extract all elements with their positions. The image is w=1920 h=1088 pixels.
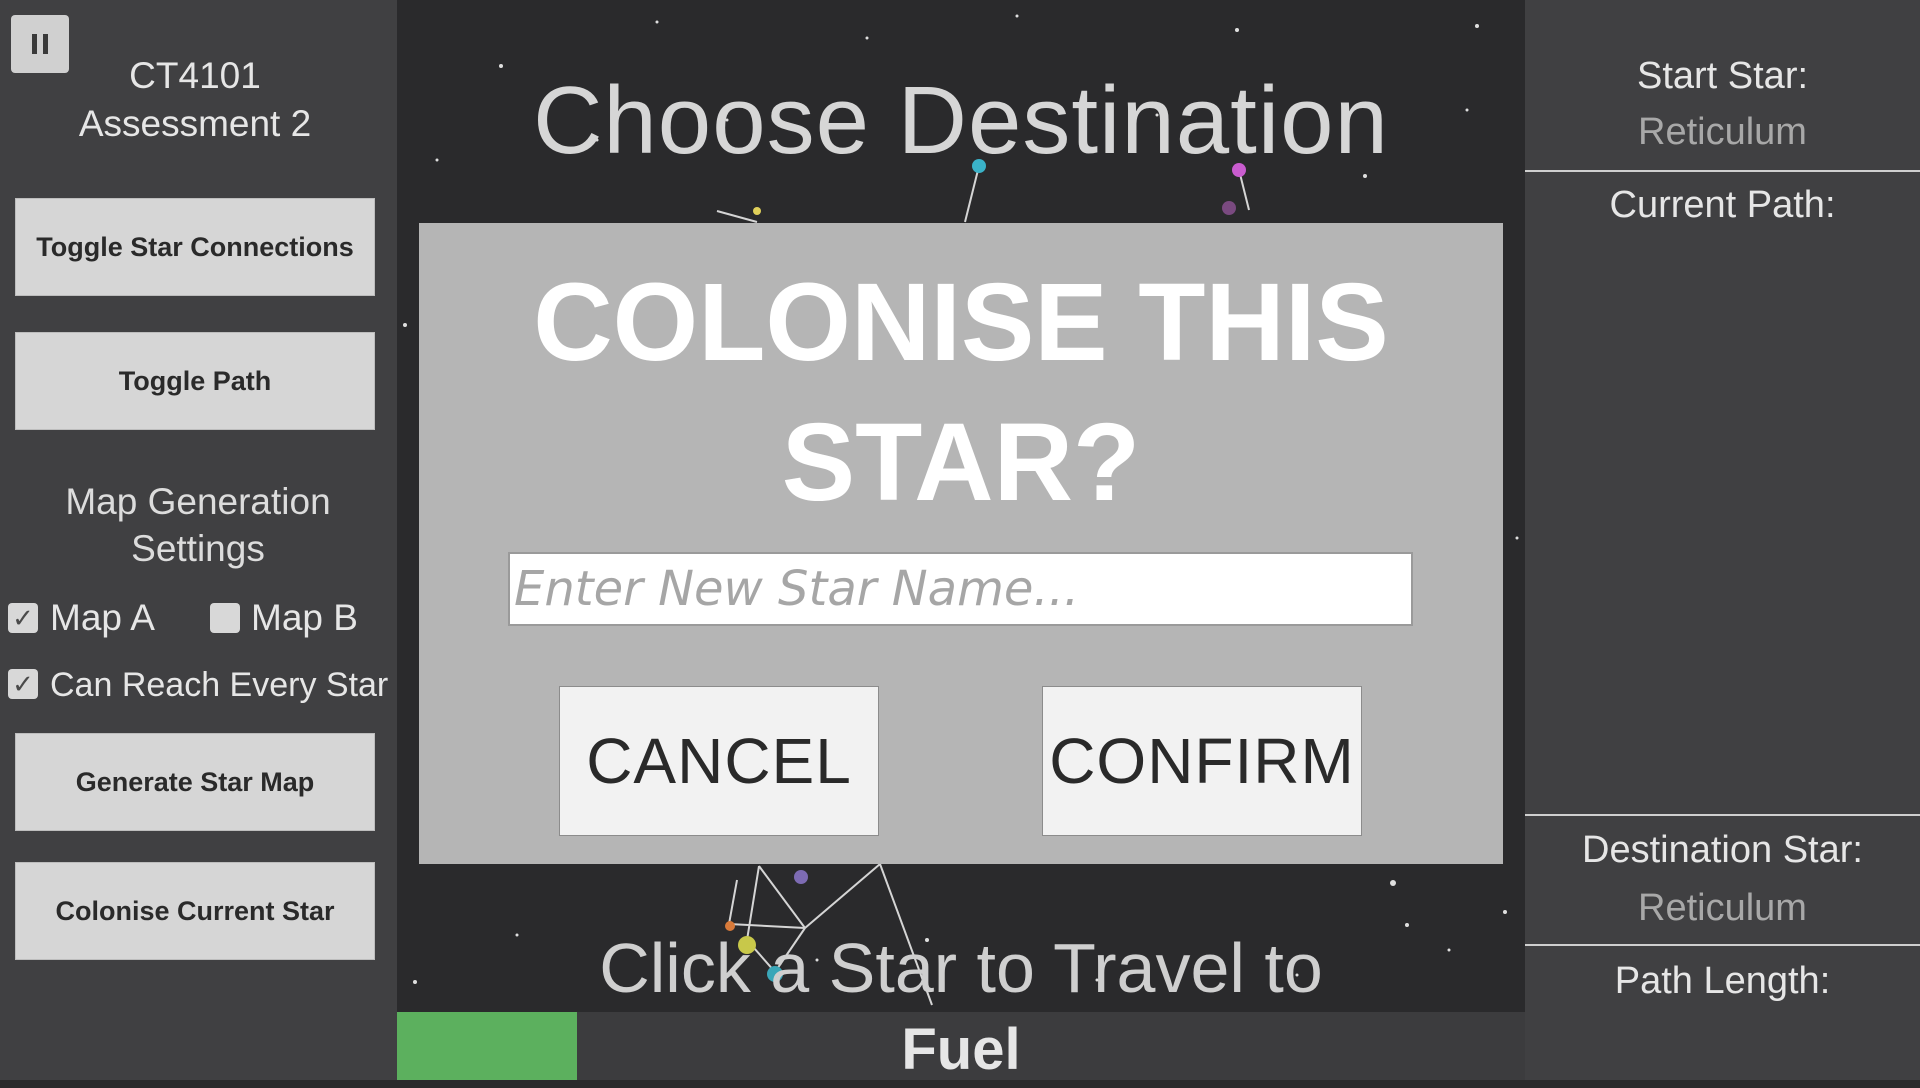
checkmark-icon: ✓ xyxy=(12,669,34,699)
right-panel: Start Star: Reticulum Current Path: Dest… xyxy=(1525,0,1920,1080)
start-star-value: Reticulum xyxy=(1638,111,1807,153)
dialog-title: COLONISE THIS STAR? xyxy=(419,253,1503,533)
generate-star-map-button[interactable]: Generate Star Map xyxy=(15,733,375,831)
generate-star-map-label: Generate Star Map xyxy=(75,766,315,797)
pause-icon xyxy=(32,34,37,54)
confirm-button-label: CONFIRM xyxy=(1049,725,1355,797)
travel-instruction: Click a Star to Travel to xyxy=(599,929,1323,1007)
fuel-bar: Fuel xyxy=(397,1012,1525,1082)
choose-destination-heading: Choose Destination xyxy=(533,67,1389,174)
map-b-checkbox[interactable] xyxy=(210,603,240,633)
toggle-path-button[interactable]: Toggle Path xyxy=(15,332,375,430)
map-generation-settings-heading: Map Generation Settings xyxy=(20,478,376,572)
map-b-label: Map B xyxy=(251,597,358,638)
colonise-current-star-label: Colonise Current Star xyxy=(55,895,335,926)
destination-star-label: Destination Star: xyxy=(1582,829,1863,871)
confirm-button[interactable]: CONFIRM xyxy=(1042,686,1362,836)
current-path-label: Current Path: xyxy=(1609,184,1836,226)
reach-every-star-checkbox[interactable]: ✓ xyxy=(8,669,38,699)
dialog-title-line2: STAR? xyxy=(781,401,1141,524)
toggle-path-label: Toggle Path xyxy=(118,365,272,396)
cancel-button[interactable]: CANCEL xyxy=(559,686,879,836)
map-a-label: Map A xyxy=(50,597,155,638)
fuel-label: Fuel xyxy=(901,1017,1021,1082)
start-star-label: Start Star: xyxy=(1636,55,1809,97)
toggle-star-connections-button[interactable]: Toggle Star Connections xyxy=(15,198,375,296)
app-title-line2: Assessment 2 xyxy=(78,103,312,144)
colonise-dialog: COLONISE THIS STAR? CANCEL CONFIRM xyxy=(419,223,1503,864)
reach-every-star-label: Can Reach Every Star xyxy=(50,666,389,704)
path-length-label: Path Length: xyxy=(1614,960,1831,1002)
map-generation-heading-line1: Map Generation xyxy=(65,481,331,522)
colonise-current-star-button[interactable]: Colonise Current Star xyxy=(15,862,375,960)
left-panel: CT4101 Assessment 2 Toggle Star Connecti… xyxy=(0,0,397,1080)
map-a-checkbox[interactable]: ✓ xyxy=(8,603,38,633)
divider xyxy=(1525,170,1920,172)
app-title-line1: CT4101 xyxy=(129,55,261,96)
divider xyxy=(1525,944,1920,946)
app-title: CT4101 Assessment 2 xyxy=(60,52,330,148)
destination-star-value: Reticulum xyxy=(1638,887,1807,929)
pause-icon-bar xyxy=(43,34,48,54)
divider xyxy=(1525,814,1920,816)
checkmark-icon: ✓ xyxy=(12,603,34,633)
dialog-title-line1: COLONISE THIS xyxy=(533,261,1389,384)
toggle-star-connections-label: Toggle Star Connections xyxy=(36,231,354,262)
cancel-button-label: CANCEL xyxy=(586,725,852,797)
map-generation-heading-line2: Settings xyxy=(131,528,265,569)
star-name-input[interactable] xyxy=(508,552,1413,626)
